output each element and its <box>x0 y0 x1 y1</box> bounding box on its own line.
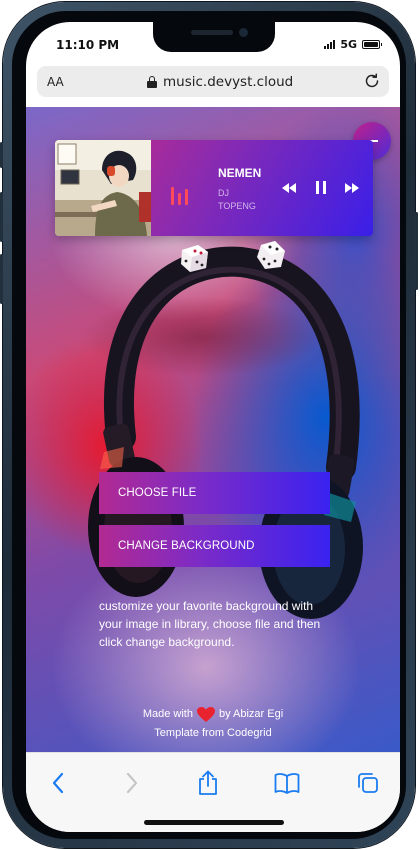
choose-file-button[interactable]: CHOOSE FILE <box>99 472 330 514</box>
back-icon <box>52 772 64 794</box>
heart-icon <box>196 706 215 722</box>
phone-frame: 11:10 PM 5G AA music.devyst.cloud NEMEN … <box>0 2 418 848</box>
bookmarks-button[interactable] <box>274 770 300 796</box>
page-footer: Made with by Abizar Egi Template from Co… <box>26 705 400 743</box>
pause-button[interactable] <box>313 179 329 195</box>
reload-icon[interactable] <box>363 72 381 90</box>
notch <box>153 22 275 52</box>
bookmarks-icon <box>274 773 300 794</box>
equalizer-icon <box>171 187 188 205</box>
share-button[interactable] <box>195 770 221 796</box>
volume-up-button <box>0 192 3 242</box>
tabs-button[interactable] <box>355 770 381 796</box>
template-credit: Template from Codegrid <box>154 727 272 739</box>
instruction-text: customize your favorite background with … <box>99 599 321 649</box>
battery-icon <box>362 40 382 49</box>
cellular-signal-icon <box>324 40 336 49</box>
made-with-text: Made with <box>142 708 193 720</box>
url-text: music.devyst.cloud <box>163 73 294 90</box>
author-credit: by Abizar Egi <box>218 708 284 720</box>
music-player-card: NEMEN DJ TOPENG <box>55 140 373 236</box>
share-icon <box>199 770 217 795</box>
pause-icon <box>316 180 326 194</box>
song-title: NEMEN <box>218 166 262 180</box>
status-indicators: 5G <box>324 38 382 51</box>
dice-decoration <box>181 245 208 272</box>
rewind-icon <box>282 183 296 193</box>
dice-decoration <box>257 241 285 269</box>
status-time: 11:10 PM <box>56 38 120 52</box>
fast-forward-button[interactable] <box>344 180 360 196</box>
front-camera <box>239 28 248 37</box>
browser-toolbar <box>26 752 400 832</box>
change-background-button[interactable]: CHANGE BACKGROUND <box>99 525 330 567</box>
volume-down-button <box>0 254 3 304</box>
forward-button[interactable] <box>119 770 145 796</box>
rewind-button[interactable] <box>281 180 297 196</box>
web-page: NEMEN DJ TOPENG CHOOSE FILE CHANGE BACKG… <box>26 107 400 752</box>
phone-screen: 11:10 PM 5G AA music.devyst.cloud NEMEN … <box>26 22 400 832</box>
album-cover-image <box>55 140 151 236</box>
tabs-icon <box>358 773 378 793</box>
reader-options-button[interactable]: AA <box>47 75 64 89</box>
earpiece-speaker <box>191 30 233 35</box>
power-button <box>415 212 418 290</box>
forward-icon <box>126 772 138 794</box>
network-type: 5G <box>340 38 357 51</box>
silent-switch <box>0 142 3 168</box>
url-display[interactable]: music.devyst.cloud <box>147 74 293 90</box>
home-indicator[interactable] <box>144 820 284 825</box>
address-bar[interactable]: AA music.devyst.cloud <box>37 66 389 97</box>
back-button[interactable] <box>45 770 71 796</box>
lock-icon <box>147 75 157 88</box>
fast-forward-icon <box>345 183 359 193</box>
song-artist: DJ TOPENG <box>218 188 256 211</box>
